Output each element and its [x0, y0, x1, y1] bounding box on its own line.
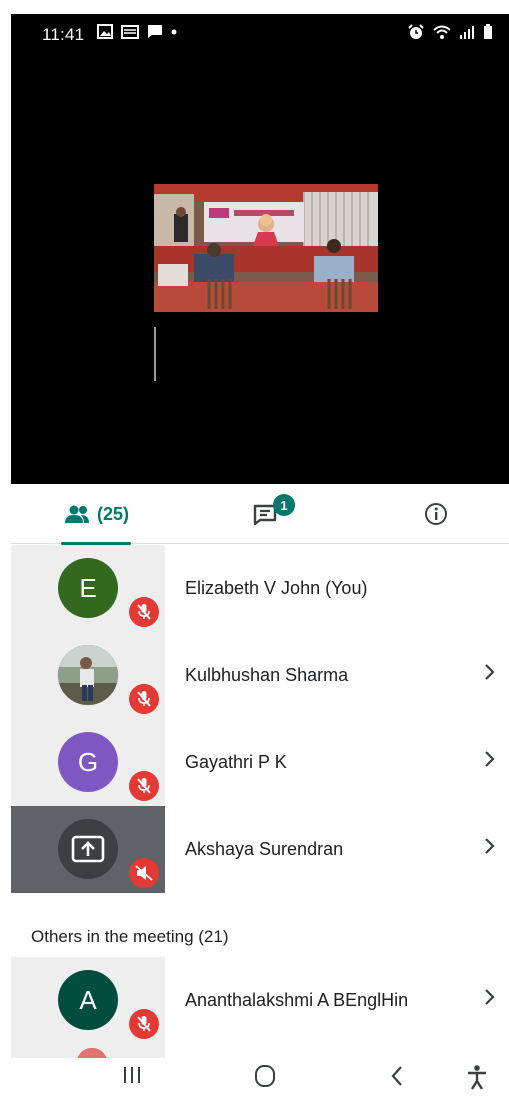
status-icons-right	[407, 24, 493, 40]
participant-name: Ananthalakshmi A BEnglHin	[185, 990, 409, 1010]
tab-info[interactable]	[406, 484, 466, 544]
tab-chat[interactable]: 1	[231, 484, 301, 544]
chevron-right-icon[interactable]	[483, 662, 497, 682]
avatar-initial: A	[79, 984, 97, 1015]
chevron-right-icon[interactable]	[483, 836, 497, 856]
accessibility-icon[interactable]	[466, 1064, 488, 1090]
chevron-right-icon[interactable]	[483, 749, 497, 769]
stage-scene-image	[154, 184, 378, 312]
video-area[interactable]: 11:41	[11, 14, 509, 484]
participant-row[interactable]: E Elizabeth V John (You)	[11, 545, 509, 632]
avatar	[58, 819, 118, 879]
recent-apps-icon[interactable]	[122, 1064, 142, 1086]
wifi-icon	[433, 25, 451, 39]
others-section-header: Others in the meeting (21)	[11, 893, 509, 957]
tab-people[interactable]: (25)	[41, 484, 151, 545]
present-screen-icon	[71, 835, 105, 863]
info-icon	[425, 503, 447, 525]
avatar: A	[58, 970, 118, 1030]
participant-name: Kulbhushan Sharma	[185, 665, 349, 685]
alarm-icon	[408, 24, 424, 39]
avatar: G	[58, 732, 118, 792]
signal-icon	[460, 25, 474, 39]
chat-unread-badge: 1	[273, 494, 295, 516]
status-bar: 11:41	[11, 14, 509, 56]
battery-icon	[484, 24, 492, 39]
message-icon	[148, 25, 162, 38]
people-count: (25)	[96, 503, 129, 524]
participant-row[interactable]: Akshaya Surendran	[11, 806, 509, 893]
chevron-right-icon[interactable]	[483, 987, 497, 1007]
avatar-initial: E	[79, 572, 97, 603]
avatar-initial: G	[77, 746, 99, 777]
avatar: E	[58, 558, 118, 618]
image-icon	[97, 24, 113, 39]
video-feed[interactable]	[154, 184, 378, 312]
tab-bar: (25) 1	[11, 484, 509, 545]
participant-name: Akshaya Surendran	[185, 839, 344, 859]
participant-row[interactable]: Kulbhushan Sharma	[11, 632, 509, 719]
participant-row[interactable]: A Ananthalakshmi A BEnglHin	[11, 957, 509, 1044]
cast-icon	[121, 24, 139, 39]
volume-off-icon	[129, 858, 159, 888]
dot-icon	[171, 29, 177, 34]
status-icons-left	[97, 24, 177, 39]
status-time: 11:41	[42, 25, 85, 44]
avatar-photo	[58, 645, 118, 705]
mic-off-icon	[129, 1009, 159, 1039]
participant-name: Gayathri P K	[185, 752, 287, 772]
home-icon[interactable]	[253, 1064, 277, 1088]
participant-row[interactable]: G Gayathri P K	[11, 719, 509, 806]
mic-off-icon	[129, 597, 159, 627]
system-nav-bar	[0, 1058, 509, 1096]
mic-off-icon	[129, 771, 159, 801]
back-icon[interactable]	[389, 1064, 405, 1088]
participant-name: Elizabeth V John (You)	[185, 578, 368, 598]
participant-list: E Elizabeth V John (You) Kulbhushan Shar…	[11, 545, 509, 1064]
mic-off-icon	[129, 684, 159, 714]
text-cursor	[154, 327, 156, 381]
people-icon	[64, 505, 89, 523]
